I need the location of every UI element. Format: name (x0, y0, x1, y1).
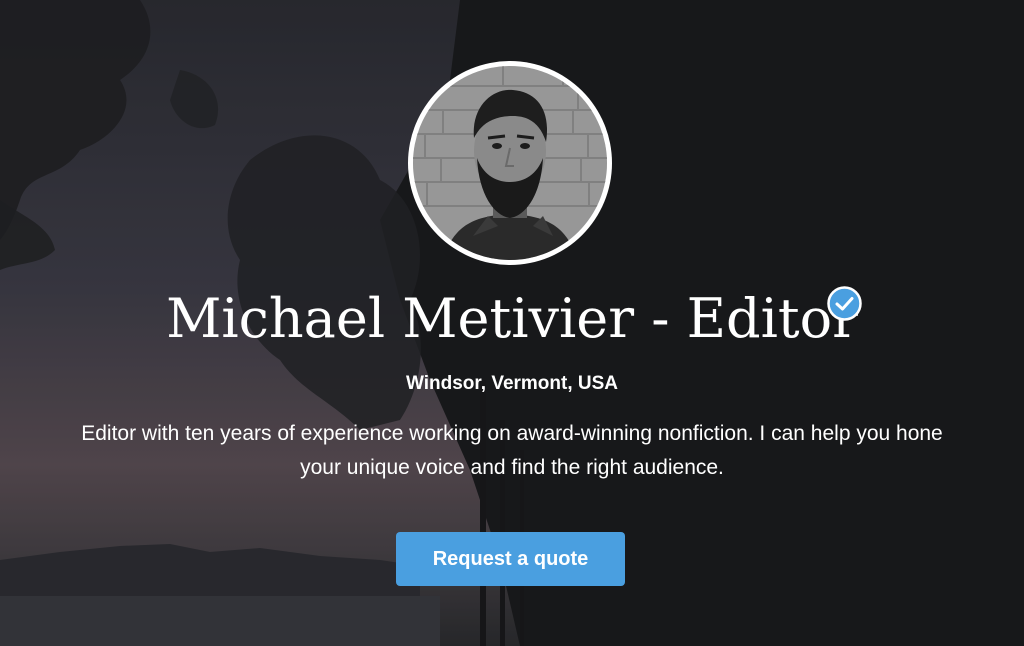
avatar (408, 61, 612, 265)
name-row: Michael Metivier - Editor (0, 282, 1024, 356)
profile-hero: Michael Metivier - Editor Windsor, Vermo… (0, 0, 1024, 646)
request-quote-button[interactable]: Request a quote (396, 532, 625, 586)
verified-check-icon (827, 286, 862, 321)
profile-location: Windsor, Vermont, USA (405, 373, 619, 394)
profile-content: Michael Metivier - Editor Windsor, Vermo… (0, 0, 1024, 646)
profile-name: Michael Metivier - Editor (166, 287, 858, 350)
profile-bio: Editor with ten years of experience work… (81, 422, 943, 479)
profile-photo-icon (413, 66, 607, 260)
